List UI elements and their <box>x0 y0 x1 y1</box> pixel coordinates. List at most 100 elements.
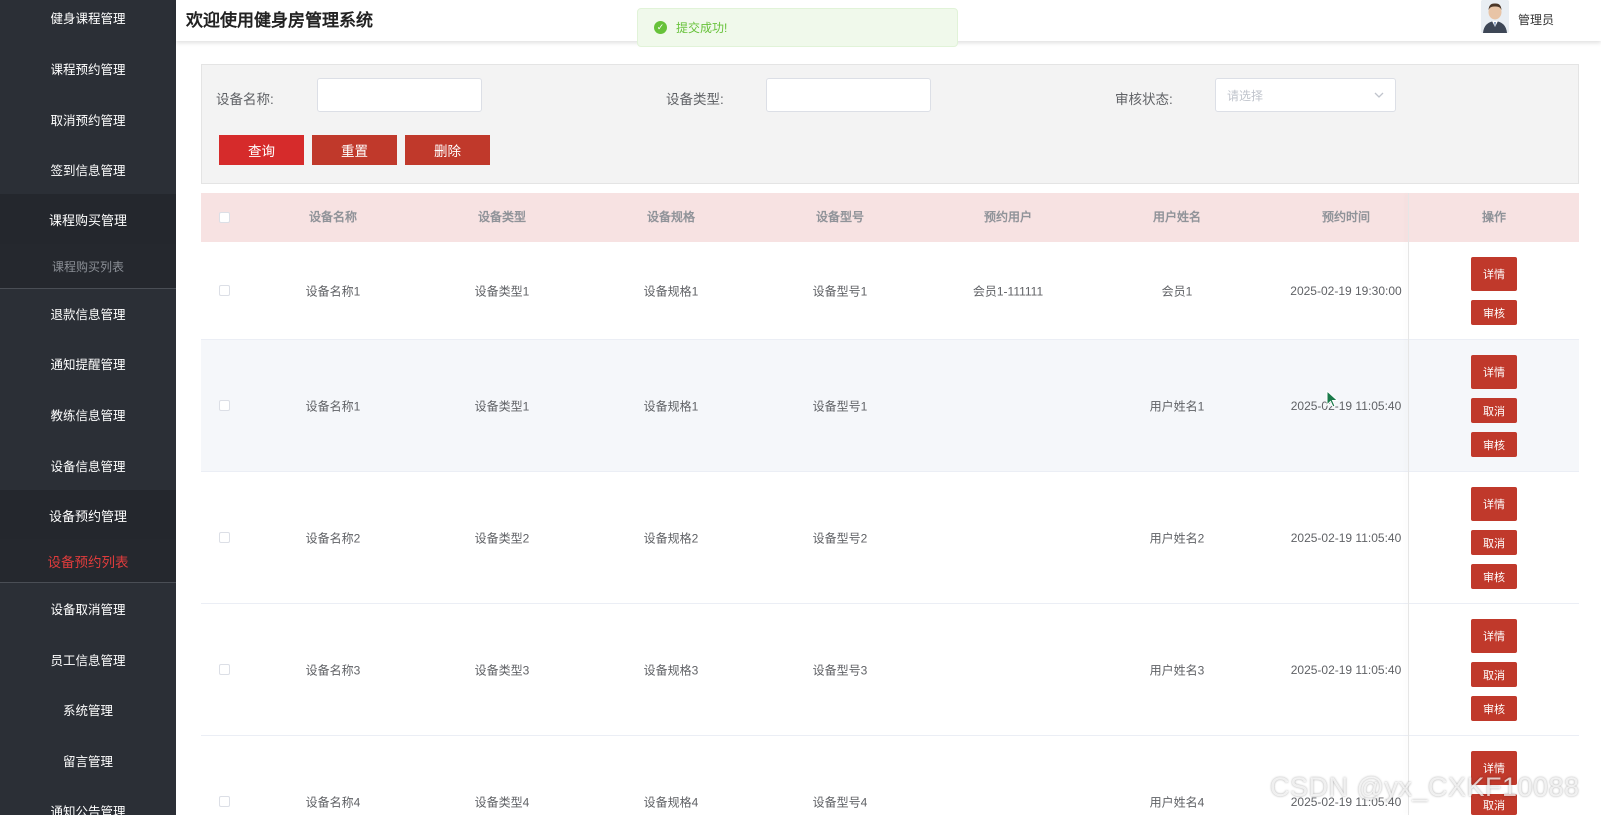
cancel-button[interactable]: 取消 <box>1471 662 1517 687</box>
row-checkbox[interactable] <box>219 664 230 675</box>
cell-equipment-spec: 设备规格3 <box>643 663 699 678</box>
review-status-label: 审核状态: <box>1115 92 1173 107</box>
sidebar-subitem-course-purchase-list[interactable]: 课程购买列表 <box>0 244 176 288</box>
cell-user-name: 用户姓名1 <box>1149 399 1205 414</box>
table-row[interactable]: 设备名称1 设备类型1 设备规格1 设备型号1 会员1-111111 会员1 2… <box>201 242 1579 340</box>
cell-equipment-spec: 设备规格4 <box>643 795 699 810</box>
cell-equipment-name: 设备名称3 <box>305 663 361 678</box>
sidebar-item-checkin[interactable]: 签到信息管理 <box>0 144 176 194</box>
avatar[interactable] <box>1481 0 1509 33</box>
review-button[interactable]: 审核 <box>1471 696 1517 721</box>
cell-equipment-spec: 设备规格1 <box>643 399 699 414</box>
row-checkbox[interactable] <box>219 796 230 807</box>
review-status-placeholder: 请选择 <box>1227 88 1264 103</box>
column-header: 设备规格 <box>646 210 695 224</box>
column-header: 预约时间 <box>1321 210 1370 224</box>
column-header: 设备名称 <box>308 210 357 224</box>
column-header: 操作 <box>1481 210 1506 224</box>
table-row[interactable]: 设备名称1 设备类型1 设备规格1 设备型号1 用户姓名1 2025-02-19… <box>201 340 1579 472</box>
reset-button[interactable]: 重置 <box>312 135 397 165</box>
equipment-type-label: 设备类型: <box>666 92 724 107</box>
cell-equipment-model: 设备型号3 <box>812 663 868 678</box>
cell-equipment-name: 设备名称2 <box>305 531 361 546</box>
chevron-down-icon <box>1374 92 1384 98</box>
cancel-button[interactable]: 取消 <box>1471 398 1517 423</box>
sidebar-item-notify[interactable]: 通知提醒管理 <box>0 338 176 388</box>
cell-equipment-model: 设备型号4 <box>812 795 868 810</box>
cell-user-name: 用户姓名3 <box>1149 663 1205 678</box>
cell-equipment-spec: 设备规格2 <box>643 531 699 546</box>
table-row[interactable]: 设备名称2 设备类型2 设备规格2 设备型号2 用户姓名2 2025-02-19… <box>201 472 1579 604</box>
avatar-icon <box>1481 0 1509 33</box>
review-status-select[interactable]: 请选择 <box>1215 78 1396 112</box>
column-header: 设备型号 <box>815 210 864 224</box>
sidebar-item-equipment[interactable]: 设备信息管理 <box>0 440 176 490</box>
sidebar-item-course[interactable]: 健身课程管理 <box>0 0 176 42</box>
detail-button[interactable]: 详情 <box>1471 487 1517 521</box>
review-button[interactable]: 审核 <box>1471 564 1517 589</box>
sidebar-item-equipment-booking[interactable]: 设备预约管理 <box>0 490 176 540</box>
select-all-checkbox[interactable] <box>219 212 230 223</box>
cell-booking-user: 会员1-111111 <box>972 284 1044 299</box>
cell-booking-time: 2025-02-19 11:05:40 <box>1290 399 1402 413</box>
table-row[interactable]: 设备名称3 设备类型3 设备规格3 设备型号3 用户姓名3 2025-02-19… <box>201 604 1579 736</box>
cell-equipment-model: 设备型号1 <box>812 284 868 299</box>
cell-equipment-name: 设备名称4 <box>305 795 361 810</box>
cell-equipment-type: 设备类型4 <box>474 795 530 810</box>
sidebar-item-refund[interactable]: 退款信息管理 <box>0 288 176 338</box>
sidebar-subitem-equipment-booking-list[interactable]: 设备预约列表 <box>0 539 176 583</box>
sidebar-item-course-purchase[interactable]: 课程购买管理 <box>0 194 176 244</box>
cell-equipment-name: 设备名称1 <box>305 284 361 299</box>
fixed-column-divider <box>1408 193 1409 815</box>
success-toast: ✓ 提交成功! <box>637 8 958 47</box>
column-header: 用户姓名 <box>1152 210 1201 224</box>
search-panel: 设备名称: 设备类型: 审核状态: 请选择 查询 重置 删除 <box>201 64 1579 184</box>
cell-equipment-type: 设备类型1 <box>474 399 530 414</box>
query-button[interactable]: 查询 <box>219 135 304 165</box>
row-checkbox[interactable] <box>219 285 230 296</box>
cell-booking-time: 2025-02-19 11:05:40 <box>1290 663 1402 677</box>
sidebar-item-cancel-booking[interactable]: 取消预约管理 <box>0 94 176 144</box>
cell-equipment-name: 设备名称1 <box>305 399 361 414</box>
cell-equipment-model: 设备型号1 <box>812 399 868 414</box>
row-checkbox[interactable] <box>219 532 230 543</box>
detail-button[interactable]: 详情 <box>1471 355 1517 389</box>
sidebar: 健身课程管理 课程预约管理 取消预约管理 签到信息管理 课程购买管理 课程购买列… <box>0 0 176 815</box>
delete-button[interactable]: 删除 <box>405 135 490 165</box>
review-button[interactable]: 审核 <box>1471 300 1517 325</box>
sidebar-item-system[interactable]: 系统管理 <box>0 684 176 734</box>
sidebar-item-announcements[interactable]: 通知公告管理 <box>0 785 176 815</box>
equipment-type-input[interactable] <box>766 78 931 112</box>
detail-button[interactable]: 详情 <box>1471 257 1517 291</box>
cell-booking-time: 2025-02-19 11:05:40 <box>1290 531 1402 545</box>
page-title: 欢迎使用健身房管理系统 <box>186 11 373 30</box>
cursor-icon <box>1326 390 1339 408</box>
check-circle-icon: ✓ <box>654 21 667 34</box>
sidebar-item-coach[interactable]: 教练信息管理 <box>0 389 176 439</box>
cell-user-name: 会员1 <box>1161 284 1193 299</box>
cell-equipment-type: 设备类型1 <box>474 284 530 299</box>
cell-equipment-type: 设备类型3 <box>474 663 530 678</box>
username[interactable]: 管理员 <box>1518 11 1554 28</box>
sidebar-item-course-booking[interactable]: 课程预约管理 <box>0 43 176 93</box>
sidebar-item-messages[interactable]: 留言管理 <box>0 735 176 785</box>
cell-booking-time: 2025-02-19 19:30:00 <box>1290 284 1402 298</box>
sidebar-item-staff[interactable]: 员工信息管理 <box>0 634 176 684</box>
row-checkbox[interactable] <box>219 400 230 411</box>
equipment-name-input[interactable] <box>317 78 482 112</box>
cell-equipment-model: 设备型号2 <box>812 531 868 546</box>
watermark: CSDN @yx_CXKF10088 <box>1270 772 1580 802</box>
cell-user-name: 用户姓名4 <box>1149 795 1205 810</box>
table-header: 设备名称 设备类型 设备规格 设备型号 预约用户 用户姓名 预约时间 操作 <box>201 193 1579 242</box>
sidebar-item-equipment-cancel[interactable]: 设备取消管理 <box>0 583 176 633</box>
toast-message: 提交成功! <box>676 21 728 35</box>
cell-equipment-type: 设备类型2 <box>474 531 530 546</box>
cell-user-name: 用户姓名2 <box>1149 531 1205 546</box>
review-button[interactable]: 审核 <box>1471 432 1517 457</box>
cell-equipment-spec: 设备规格1 <box>643 284 699 299</box>
cancel-button[interactable]: 取消 <box>1471 530 1517 555</box>
detail-button[interactable]: 详情 <box>1471 619 1517 653</box>
column-header: 预约用户 <box>983 210 1032 224</box>
equipment-name-label: 设备名称: <box>216 92 274 107</box>
column-header: 设备类型 <box>477 210 526 224</box>
